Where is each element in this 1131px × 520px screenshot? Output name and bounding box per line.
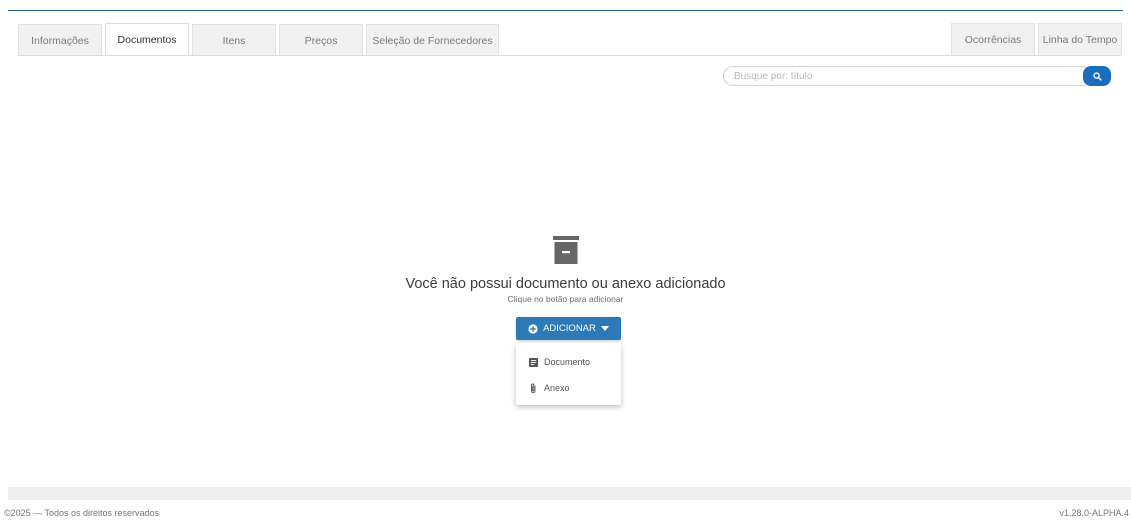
- empty-state-subtitle: Clique no botão para adicionar: [507, 294, 624, 304]
- search-area: [723, 66, 1111, 86]
- footer-copyright: ©2025 — Todos os direitos reservados: [4, 508, 160, 518]
- search-button[interactable]: [1083, 66, 1111, 86]
- empty-state-title: Você não possui documento ou anexo adici…: [405, 276, 726, 292]
- menu-item-label: Documento: [544, 357, 591, 367]
- tab-informacoes[interactable]: Informações: [18, 24, 102, 56]
- tab-bar-right: Ocorrências Linha do Tempo: [951, 23, 1125, 55]
- menu-item-label: Anexo: [544, 383, 570, 393]
- caret-down-icon: [600, 326, 609, 331]
- add-button[interactable]: ADICIONAR: [516, 317, 621, 340]
- tab-bar-divider: [18, 55, 1121, 56]
- tab-documentos[interactable]: Documentos: [105, 23, 189, 56]
- search-icon: [1092, 71, 1102, 81]
- archive-box-icon: [552, 236, 579, 264]
- tab-selecao-fornecedores[interactable]: Seleção de Fornecedores: [366, 24, 499, 56]
- paperclip-icon: [530, 383, 536, 393]
- search-input[interactable]: [723, 66, 1093, 86]
- plus-circle-icon: [528, 323, 538, 334]
- add-button-label: ADICIONAR: [543, 323, 596, 334]
- tab-bar-left: Informações Documentos Itens Preços Sele…: [18, 23, 502, 56]
- document-icon: [529, 357, 538, 367]
- tab-linha-do-tempo[interactable]: Linha do Tempo: [1038, 23, 1122, 55]
- tab-ocorrencias[interactable]: Ocorrências: [951, 23, 1035, 55]
- top-divider: [8, 10, 1123, 11]
- footer-band: [8, 487, 1131, 500]
- footer-version: v1.28.0-ALPHA.4: [1059, 508, 1129, 518]
- tab-precos[interactable]: Preços: [279, 24, 363, 56]
- tab-itens[interactable]: Itens: [192, 24, 276, 56]
- menu-item-documento[interactable]: Documento: [516, 349, 621, 375]
- empty-state: Você não possui documento ou anexo adici…: [0, 236, 1131, 304]
- add-dropdown-menu: Documento Anexo: [516, 343, 621, 405]
- menu-item-anexo[interactable]: Anexo: [516, 375, 621, 401]
